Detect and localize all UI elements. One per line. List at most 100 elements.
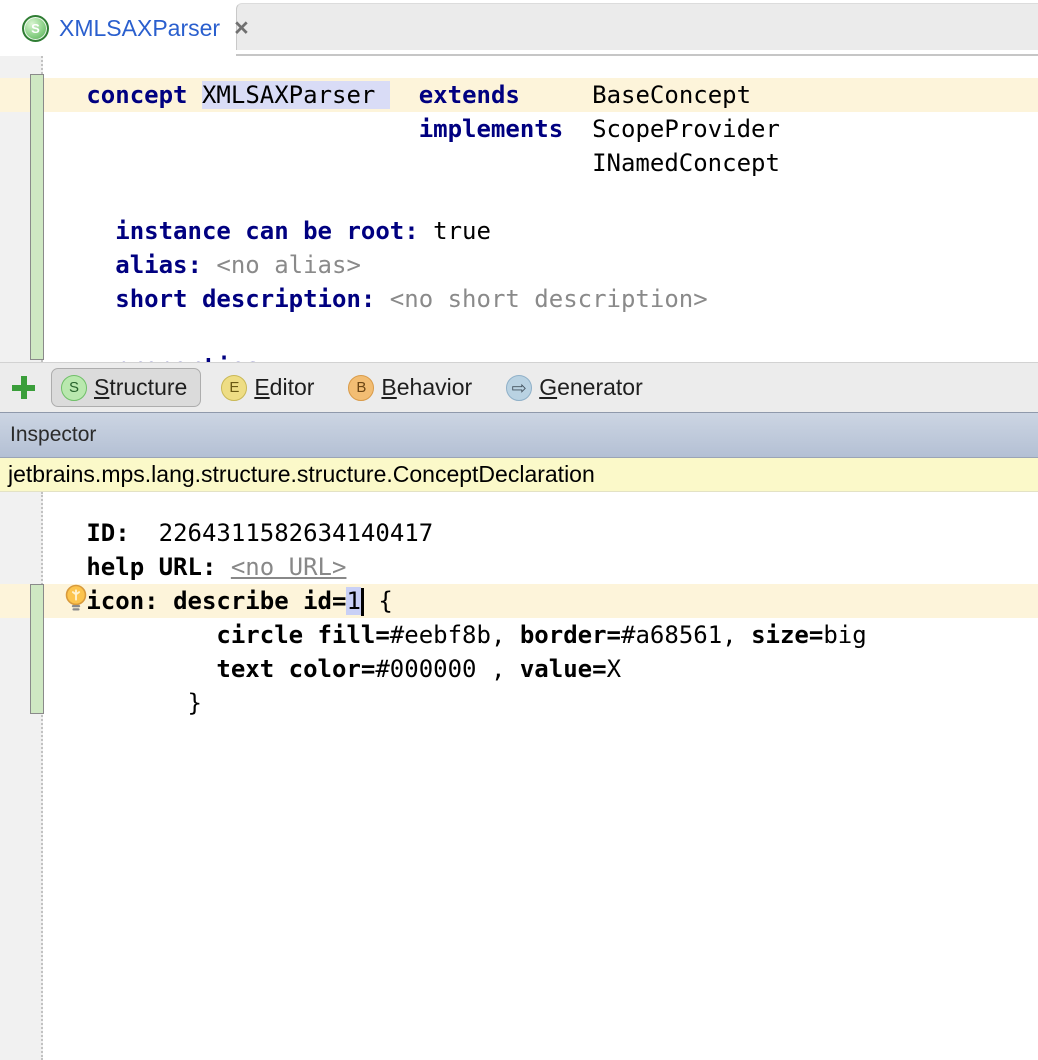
code-segment[interactable]: 2264311582634140417 [159,519,434,547]
code-segment[interactable]: { [364,587,393,615]
structure-icon: S [61,375,87,401]
code-segment [390,81,419,109]
code-segment[interactable]: #000000 [375,655,476,683]
tab-xmlsaxparser[interactable]: S XMLSAXParser × [0,0,236,56]
code-line[interactable]: properties: [0,350,1038,362]
code-line[interactable]: circle fill=#eebf8b, border=#a68561, siz… [0,618,1038,652]
generator-arrow-icon: ⇨ [506,375,532,401]
code-line[interactable]: } [0,686,1038,720]
code-segment[interactable]: ScopeProvider [592,115,780,143]
code-segment[interactable]: extends [419,81,520,109]
code-segment[interactable]: text [216,655,274,683]
code-segment[interactable]: describe [173,587,289,615]
tab-generator-label: Generator [539,374,643,401]
code-line[interactable]: help URL: <no URL> [0,550,1038,584]
code-line[interactable]: instance can be root: true [0,214,1038,248]
code-segment[interactable]: short description: [115,285,375,313]
code-segment[interactable]: color= [289,655,376,683]
mps-window: { "colors": { "current_line_highlight": … [0,0,1038,1060]
code-line[interactable]: text color=#000000 , value=X [0,652,1038,686]
code-segment [289,587,303,615]
code-segment[interactable]: X [607,655,621,683]
tab-generator[interactable]: ⇨ Generator [496,368,657,407]
tab-behavior-label: Behavior [381,374,472,401]
code-segment[interactable]: <no short description> [390,285,708,313]
code-line[interactable]: alias: <no alias> [0,248,1038,282]
code-segment[interactable]: icon: [86,587,158,615]
tab-structure[interactable]: S Structure [51,368,201,407]
code-segment[interactable]: help URL: [86,553,216,581]
code-segment [188,81,202,109]
code-segment [274,655,288,683]
code-line[interactable]: implements ScopeProvider [0,112,1038,146]
code-segment [202,251,216,279]
tab-behavior[interactable]: B Behavior [338,368,486,407]
inspector-editor-pane[interactable]: ID: 2264311582634140417 help URL: <no UR… [0,492,1038,1060]
inspector-code: ID: 2264311582634140417 help URL: <no UR… [0,492,1038,720]
code-line[interactable] [0,180,1038,214]
code-segment[interactable]: #eebf8b [390,621,491,649]
code-segment [43,217,115,245]
concept-editor-pane[interactable]: concept XMLSAXParser extends BaseConcept… [0,56,1038,362]
code-segment [43,353,115,362]
code-segment[interactable]: , [491,621,520,649]
code-segment [419,217,433,245]
code-segment[interactable]: fill= [318,621,390,649]
code-segment [520,81,592,109]
code-segment [563,115,592,143]
code-segment[interactable]: <no alias> [216,251,361,279]
code-segment[interactable]: size= [751,621,823,649]
code-segment[interactable]: properties: [115,353,274,362]
code-segment[interactable]: alias: [115,251,202,279]
aspect-tab-bar: S Structure E Editor B Behavior ⇨ Genera… [0,362,1038,412]
code-segment[interactable]: , [477,655,520,683]
code-segment [43,81,86,109]
code-segment[interactable]: id= [303,587,346,615]
code-segment[interactable]: XMLSAXParser [202,81,390,109]
inspector-context-bar: jetbrains.mps.lang.structure.structure.C… [0,458,1038,492]
code-segment[interactable]: , [722,621,751,649]
code-segment[interactable]: } [188,689,202,717]
code-line[interactable]: ID: 2264311582634140417 [0,516,1038,550]
code-segment [43,655,216,683]
code-segment[interactable]: 1 [346,587,360,615]
concept-s-icon: S [22,15,49,42]
code-segment [43,149,592,177]
code-segment[interactable]: concept [86,81,187,109]
code-line[interactable] [0,316,1038,350]
code-line[interactable]: icon: describe id=1 { [0,584,1038,618]
code-segment [43,621,216,649]
code-segment [375,285,389,313]
code-segment[interactable]: INamedConcept [592,149,780,177]
code-segment[interactable]: ID: [86,519,129,547]
code-segment [43,251,115,279]
code-segment[interactable]: border= [520,621,621,649]
code-segment [43,285,115,313]
code-segment[interactable]: value= [520,655,607,683]
inspector-header[interactable]: Inspector [0,412,1038,458]
concept-declaration-path: jetbrains.mps.lang.structure.structure.C… [8,461,595,488]
editor-tab-strip: S XMLSAXParser × [0,0,1038,56]
lightbulb-intention-icon[interactable] [62,584,90,614]
code-segment[interactable]: BaseConcept [592,81,751,109]
code-segment[interactable]: <no URL> [231,553,347,581]
tab-label: XMLSAXParser [59,15,220,42]
code-segment[interactable]: big [823,621,866,649]
inspector-title: Inspector [10,423,96,447]
code-segment[interactable]: true [433,217,491,245]
tab-editor[interactable]: E Editor [211,368,328,407]
code-segment[interactable]: implements [419,115,564,143]
tab-editor-label: Editor [254,374,314,401]
code-segment[interactable]: circle [216,621,303,649]
code-segment [43,115,419,143]
code-segment[interactable]: instance can be root: [115,217,418,245]
editor-icon: E [221,375,247,401]
add-aspect-icon[interactable] [10,374,37,401]
code-segment[interactable]: #a68561 [621,621,722,649]
code-segment [130,519,159,547]
code-line[interactable]: short description: <no short description… [0,282,1038,316]
code-line[interactable]: INamedConcept [0,146,1038,180]
code-line[interactable]: concept XMLSAXParser extends BaseConcept [0,78,1038,112]
code-segment [43,519,86,547]
close-icon[interactable]: × [234,18,249,38]
